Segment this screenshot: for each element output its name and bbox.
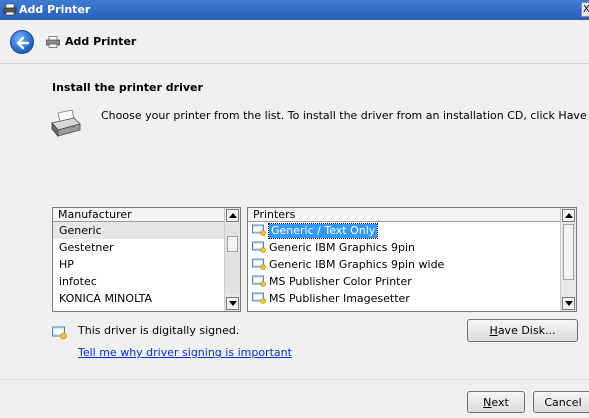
printer-icon (3, 3, 17, 16)
driver-signing-link[interactable]: Tell me why driver signing is important (78, 346, 292, 359)
next-button[interactable]: Next (467, 391, 525, 413)
manufacturer-list[interactable]: Manufacturer Generic Gestetner HP infote… (52, 207, 241, 312)
chevron-down-icon (229, 301, 237, 306)
wizard-header: Add Printer (0, 20, 589, 64)
scrollbar-thumb[interactable] (227, 236, 238, 252)
have-disk-accelerator: H (489, 324, 498, 337)
list-item[interactable]: Gestetner (53, 239, 240, 256)
printer-item-label: Generic IBM Graphics 9pin (269, 241, 416, 254)
have-disk-label: ave Disk... (497, 324, 556, 337)
scroll-down-button[interactable] (562, 297, 575, 310)
printer-item-label: Generic / Text Only (267, 223, 379, 239)
list-item[interactable]: MS Publisher Imagesetter (248, 290, 576, 307)
list-item[interactable]: KONICA MINOLTA (53, 290, 240, 307)
printers-list[interactable]: Printers Generic / Text Only Generic IBM… (247, 207, 577, 312)
have-disk-button[interactable]: Have Disk... (467, 319, 578, 342)
printer-item-icon (252, 275, 266, 287)
list-item[interactable]: infotec (53, 273, 240, 290)
printer-item-label: MS Publisher Color Printer (269, 275, 412, 288)
printer-item-icon (252, 224, 266, 236)
list-item[interactable]: MS Publisher Color Printer (248, 273, 576, 290)
scroll-up-button[interactable] (562, 209, 575, 222)
window-title: Add Printer (19, 3, 91, 16)
printer-item-icon (252, 292, 266, 304)
title-bar: Add Printer X (0, 0, 589, 20)
printer-item-label: Generic IBM Graphics 9pin wide (269, 258, 445, 271)
manufacturer-scrollbar[interactable] (224, 208, 240, 311)
scrollbar-thumb[interactable] (563, 224, 574, 280)
list-item[interactable]: Generic IBM Graphics 9pin wide (248, 256, 576, 273)
printer-install-icon (51, 109, 81, 138)
chevron-down-icon (565, 301, 573, 306)
scroll-down-button[interactable] (226, 297, 239, 310)
chevron-up-icon (229, 213, 237, 218)
manufacturer-column-header[interactable]: Manufacturer (53, 208, 240, 222)
chevron-up-icon (565, 213, 573, 218)
back-arrow-icon (16, 36, 30, 50)
scrollbar-track[interactable] (225, 224, 240, 294)
printers-scrollbar[interactable] (560, 208, 576, 311)
signed-driver-icon (52, 326, 67, 340)
instruction-text: Choose your printer from the list. To in… (101, 109, 589, 122)
signed-status-text: This driver is digitally signed. (78, 324, 240, 337)
next-label: ext (491, 396, 509, 409)
printer-item-icon (252, 241, 266, 253)
back-button[interactable] (10, 30, 34, 54)
list-item[interactable]: Generic IBM Graphics 9pin (248, 239, 576, 256)
list-item[interactable]: HP (53, 256, 240, 273)
close-button[interactable]: X (581, 2, 589, 17)
printer-icon (46, 36, 60, 48)
list-item[interactable]: Generic / Text Only (248, 222, 576, 239)
section-heading: Install the printer driver (52, 81, 203, 94)
printer-item-icon (252, 258, 266, 270)
cancel-button[interactable]: Cancel (533, 391, 589, 413)
printer-item-label: MS Publisher Imagesetter (269, 292, 410, 305)
printers-column-header[interactable]: Printers (248, 208, 576, 222)
list-item[interactable]: Generic (53, 222, 240, 239)
page-title: Add Printer (65, 35, 137, 48)
scroll-up-button[interactable] (226, 209, 239, 222)
